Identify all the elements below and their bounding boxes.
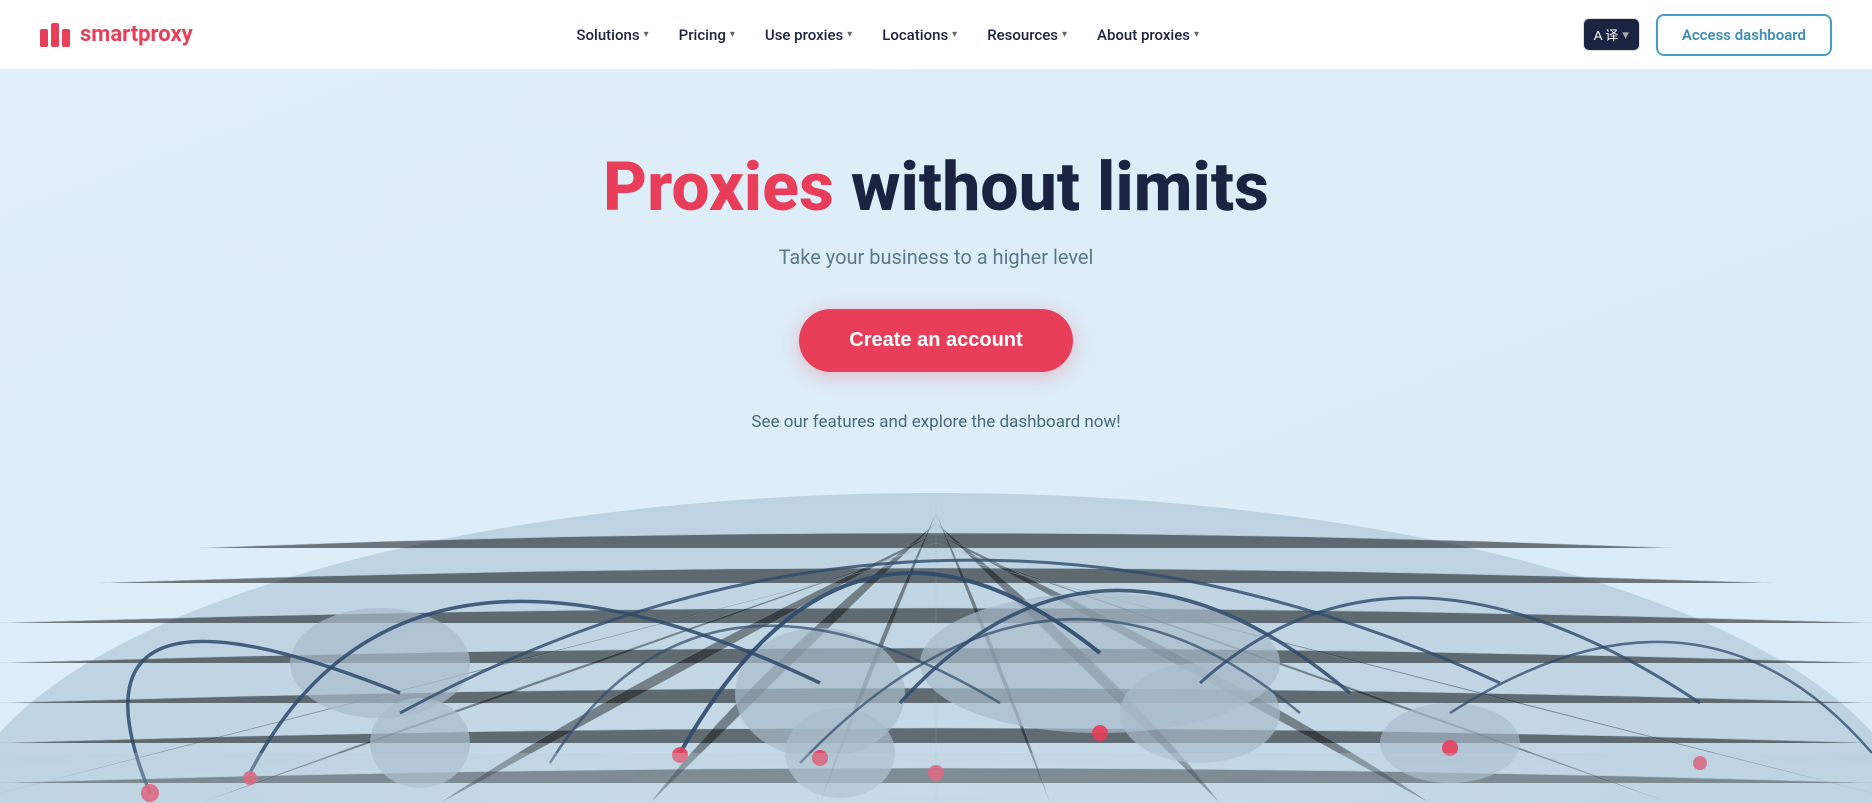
access-dashboard-button[interactable]: Access dashboard: [1656, 14, 1832, 56]
logo-icon: [40, 23, 70, 47]
hero-section: Proxies without limits Take your busines…: [0, 70, 1872, 803]
logo-bar-2: [51, 23, 59, 47]
language-button[interactable]: A 译 ▾: [1583, 18, 1640, 51]
lang-chevron-icon: ▾: [1622, 27, 1629, 43]
nav-item-solutions: Solutions ▾: [564, 18, 660, 52]
chevron-icon: ▾: [730, 29, 735, 40]
nav-item-pricing: Pricing ▾: [667, 18, 747, 52]
logo-bar-3: [62, 29, 70, 47]
nav-item-locations: Locations ▾: [870, 18, 969, 52]
logo-text: smartproxy: [80, 22, 193, 47]
nav-link-solutions[interactable]: Solutions ▾: [564, 18, 660, 52]
nav-link-pricing[interactable]: Pricing ▾: [667, 18, 747, 52]
logo[interactable]: smartproxy: [40, 22, 193, 47]
nav-link-resources[interactable]: Resources ▾: [975, 18, 1079, 52]
nav-links: Solutions ▾ Pricing ▾ Use proxies ▾ Loca…: [564, 18, 1211, 52]
logo-bar-1: [40, 29, 48, 47]
nav-link-use-proxies[interactable]: Use proxies ▾: [753, 18, 864, 52]
create-account-button[interactable]: Create an account: [799, 309, 1072, 372]
chevron-icon: ▾: [952, 29, 957, 40]
nav-right: A 译 ▾ Access dashboard: [1583, 14, 1832, 56]
nav-item-resources: Resources ▾: [975, 18, 1079, 52]
chevron-icon: ▾: [644, 29, 649, 40]
navbar: smartproxy Solutions ▾ Pricing ▾ Use pro…: [0, 0, 1872, 70]
nav-item-use-proxies: Use proxies ▾: [753, 18, 864, 52]
hero-title: Proxies without limits: [20, 150, 1852, 225]
chevron-icon: ▾: [1194, 29, 1199, 40]
nav-item-about-proxies: About proxies ▾: [1085, 18, 1211, 52]
hero-subtitle: Take your business to a higher level: [20, 245, 1852, 269]
map-illustration: [0, 403, 1872, 803]
chevron-icon: ▾: [1062, 29, 1067, 40]
nav-link-locations[interactable]: Locations ▾: [870, 18, 969, 52]
nav-link-about-proxies[interactable]: About proxies ▾: [1085, 18, 1211, 52]
chevron-icon: ▾: [847, 29, 852, 40]
